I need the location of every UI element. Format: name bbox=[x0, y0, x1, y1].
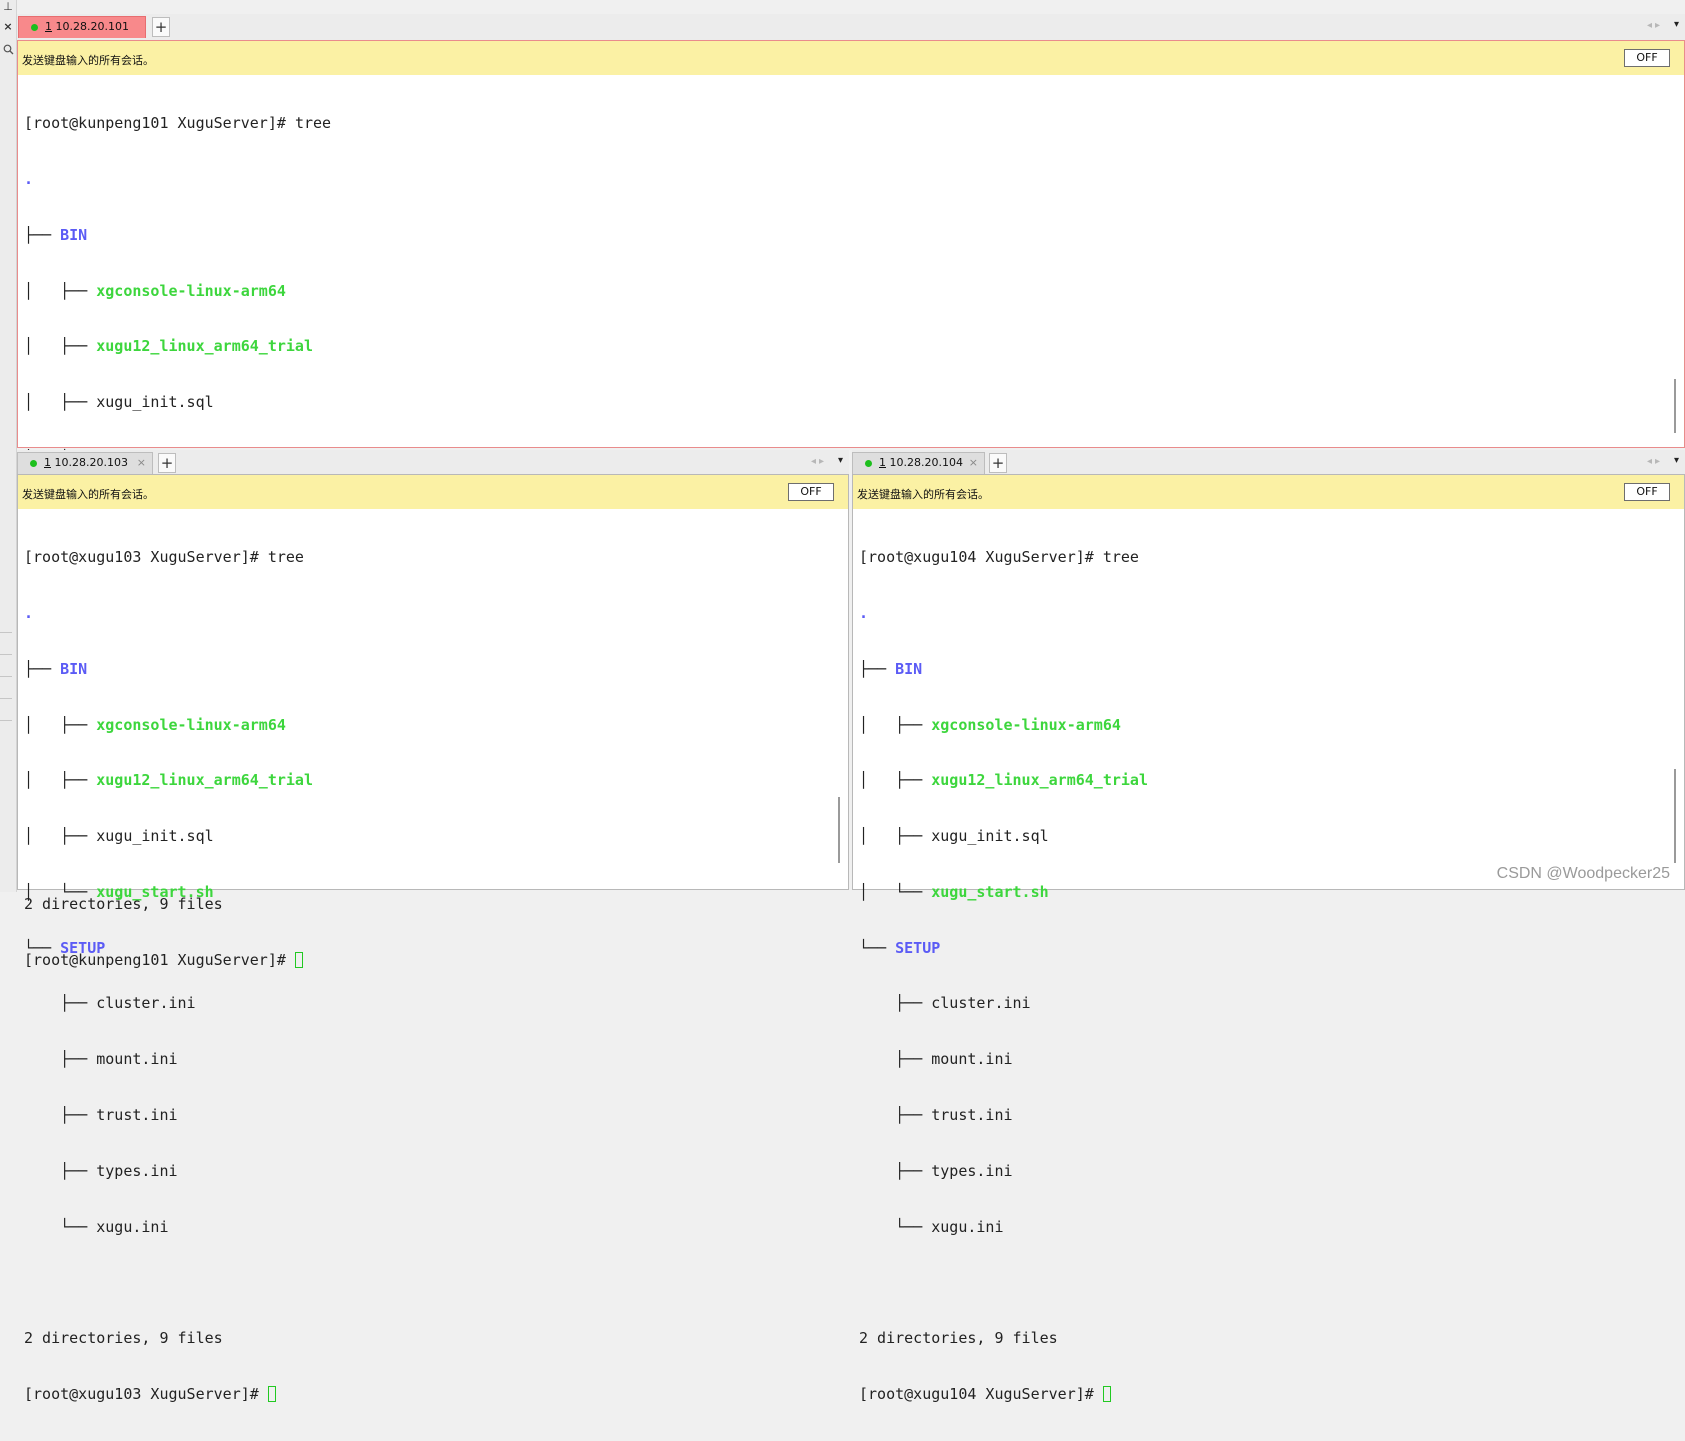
dir-bin: BIN bbox=[895, 659, 923, 678]
file-entry: trust.ini bbox=[931, 1106, 1013, 1124]
strip-top-glyph: ⊥ bbox=[3, 0, 13, 13]
tab-scroll-arrows-icon[interactable]: ◂▸ bbox=[1647, 20, 1663, 31]
dir-bin: BIN bbox=[60, 225, 88, 244]
file-entry: xugu12_linux_arm64_trial bbox=[96, 337, 313, 356]
add-tab-button[interactable]: + bbox=[152, 17, 170, 37]
watermark: CSDN @Woodpecker25 bbox=[1496, 865, 1670, 882]
tab-close-icon[interactable]: × bbox=[969, 453, 978, 473]
tab-label: 1 10.28.20.101 bbox=[45, 20, 129, 33]
terminal-pane-bottom-right[interactable]: 发送键盘输入的所有会话。 OFF [root@xugu104 XuguServe… bbox=[852, 474, 1685, 1403]
file-entry: xugu12_linux_arm64_trial bbox=[931, 771, 1148, 790]
tab-scroll-arrows-icon[interactable]: ◂▸ bbox=[811, 456, 827, 467]
bottom-right-tabbar: 1 10.28.20.104 × + ◂▸ ▾ bbox=[852, 450, 1685, 475]
broadcast-off-button[interactable]: OFF bbox=[1624, 49, 1670, 67]
tab-10-28-20-104[interactable]: 1 10.28.20.104 × bbox=[852, 452, 985, 474]
file-entry: types.ini bbox=[96, 1161, 178, 1180]
prompt: [root@xugu104 XuguServer]# bbox=[859, 1384, 1103, 1403]
file-entry: types.ini bbox=[931, 1161, 1013, 1180]
tab-list-dropdown-icon[interactable]: ▾ bbox=[838, 455, 843, 466]
prompt: [root@xugu104 XuguServer]# bbox=[859, 548, 1103, 567]
file-entry: mount.ini bbox=[931, 1050, 1013, 1069]
top-tabbar: 1 10.28.20.101 + ◂▸ ▾ bbox=[17, 14, 1685, 41]
tree-root: . bbox=[24, 169, 34, 188]
connected-status-icon bbox=[31, 24, 38, 31]
command: tree bbox=[1102, 548, 1139, 567]
terminal-pane-bottom-left[interactable]: 发送键盘输入的所有会话。 OFF [root@xugu103 XuguServe… bbox=[17, 474, 849, 1403]
tab-10-28-20-101[interactable]: 1 10.28.20.101 bbox=[18, 16, 146, 38]
add-tab-button[interactable]: + bbox=[989, 453, 1007, 473]
dir-bin: BIN bbox=[60, 659, 88, 678]
tree-root: . bbox=[24, 603, 34, 622]
tab-scroll-arrows-icon[interactable]: ◂▸ bbox=[1647, 456, 1663, 467]
prompt: [root@xugu103 XuguServer]# bbox=[24, 1384, 268, 1403]
tab-10-28-20-103[interactable]: 1 10.28.20.103 × bbox=[17, 452, 153, 474]
file-entry: trust.ini bbox=[96, 1106, 178, 1124]
broadcast-off-button[interactable]: OFF bbox=[788, 483, 834, 501]
tab-label: 1 10.28.20.104 bbox=[879, 456, 963, 469]
tab-close-icon[interactable]: × bbox=[137, 453, 146, 473]
command: tree bbox=[294, 114, 332, 133]
close-icon[interactable]: × bbox=[0, 20, 16, 33]
command: tree bbox=[267, 548, 304, 567]
bottom-left-tabbar: 1 10.28.20.103 × + ◂▸ ▾ bbox=[17, 450, 849, 475]
tree-root: . bbox=[859, 603, 869, 622]
terminal-output[interactable]: [root@xugu104 XuguServer]# tree . ├── BI… bbox=[859, 511, 1148, 1441]
file-entry: xugu_init.sql bbox=[96, 827, 214, 846]
tree-summary: 2 directories, 9 files bbox=[24, 1329, 223, 1348]
file-entry: xgconsole-linux-arm64 bbox=[931, 715, 1121, 734]
file-entry: cluster.ini bbox=[931, 994, 1031, 1013]
file-entry: xugu_init.sql bbox=[931, 827, 1049, 846]
dir-setup: SETUP bbox=[60, 938, 106, 957]
file-entry: xugu12_linux_arm64_trial bbox=[96, 771, 313, 790]
left-strip: ⊥ × bbox=[0, 0, 17, 892]
vertical-scrollbar[interactable] bbox=[1674, 379, 1676, 433]
vertical-scrollbar[interactable] bbox=[1674, 769, 1676, 863]
add-tab-button[interactable]: + bbox=[158, 453, 176, 473]
prompt: [root@kunpeng101 XuguServer]# bbox=[24, 114, 295, 133]
file-entry: xgconsole-linux-arm64 bbox=[96, 715, 286, 734]
broadcast-notice-text: 发送键盘输入的所有会话。 bbox=[22, 54, 154, 67]
connected-status-icon bbox=[865, 460, 872, 467]
broadcast-notice-bar: 发送键盘输入的所有会话。 OFF bbox=[18, 475, 848, 509]
terminal-cursor bbox=[267, 1385, 276, 1402]
vertical-scrollbar[interactable] bbox=[838, 797, 840, 863]
broadcast-notice-text: 发送键盘输入的所有会话。 bbox=[22, 488, 154, 501]
broadcast-notice-bar: 发送键盘输入的所有会话。 OFF bbox=[853, 475, 1684, 509]
file-entry: xugu.ini bbox=[96, 1217, 169, 1236]
tab-label: 1 10.28.20.103 bbox=[44, 456, 128, 469]
broadcast-notice-text: 发送键盘输入的所有会话。 bbox=[857, 488, 989, 501]
broadcast-off-button[interactable]: OFF bbox=[1624, 483, 1670, 501]
terminal-output[interactable]: [root@xugu103 XuguServer]# tree . ├── BI… bbox=[24, 511, 313, 1441]
terminal-pane-top[interactable]: 发送键盘输入的所有会话。 OFF [root@kunpeng101 XuguSe… bbox=[17, 40, 1685, 969]
file-entry: mount.ini bbox=[96, 1050, 178, 1069]
terminal-cursor bbox=[1102, 1385, 1111, 1402]
tab-list-dropdown-icon[interactable]: ▾ bbox=[1674, 19, 1679, 30]
tree-summary: 2 directories, 9 files bbox=[859, 1329, 1058, 1348]
file-entry: xugu_init.sql bbox=[96, 393, 214, 412]
connected-status-icon bbox=[30, 460, 37, 467]
dir-setup: SETUP bbox=[895, 938, 941, 957]
file-entry: cluster.ini bbox=[96, 994, 196, 1013]
search-icon[interactable] bbox=[0, 44, 16, 58]
file-entry: xgconsole-linux-arm64 bbox=[96, 281, 286, 300]
broadcast-notice-bar: 发送键盘输入的所有会话。 OFF bbox=[18, 41, 1684, 75]
tab-list-dropdown-icon[interactable]: ▾ bbox=[1674, 455, 1679, 466]
prompt: [root@xugu103 XuguServer]# bbox=[24, 548, 268, 567]
file-entry: xugu.ini bbox=[931, 1217, 1004, 1236]
